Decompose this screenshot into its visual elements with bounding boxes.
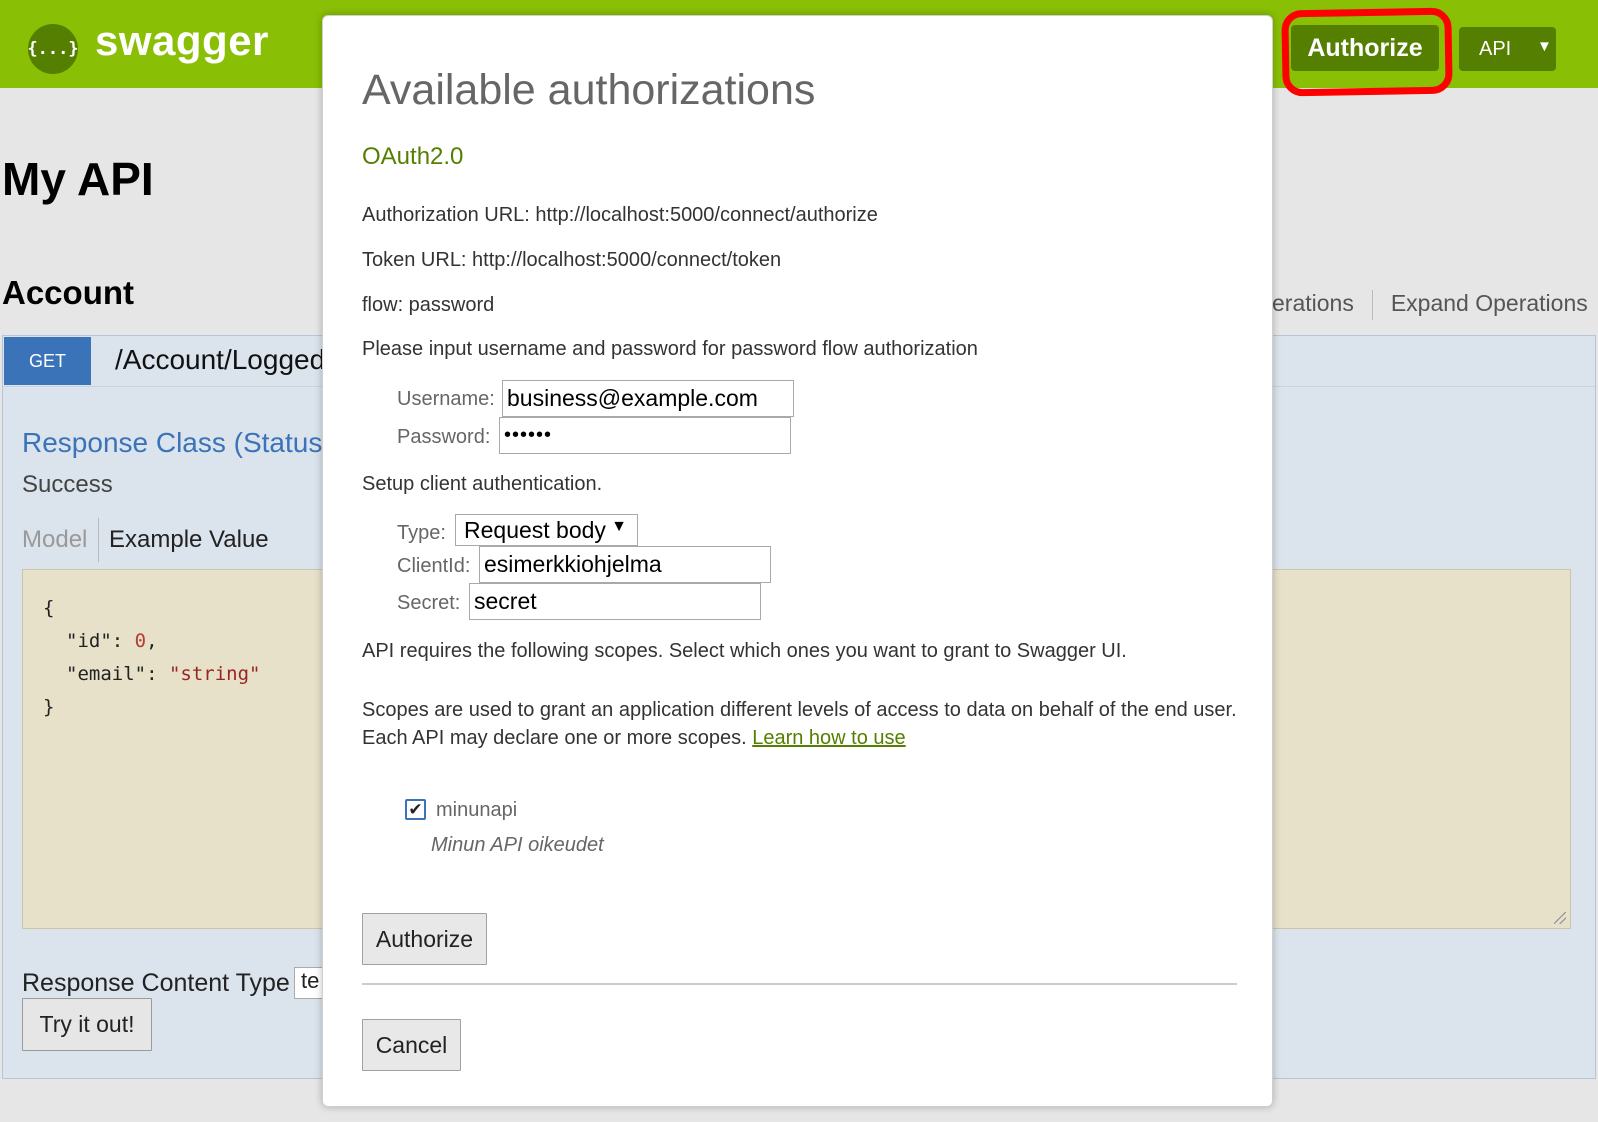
learn-how-to-use-link[interactable]: Learn how to use: [752, 727, 905, 749]
scopes-description: Scopes are used to grant an application …: [362, 696, 1242, 752]
password-input[interactable]: ••••••: [499, 417, 791, 454]
token-url: Token URL: http://localhost:5000/connect…: [362, 249, 782, 271]
flow-type: flow: password: [362, 294, 495, 316]
username-input[interactable]: [502, 380, 794, 417]
modal-title: Available authorizations: [362, 66, 816, 114]
auth-scheme-name: OAuth2.0: [362, 143, 464, 170]
method-badge: GET: [4, 337, 91, 385]
modal-divider: [362, 983, 1237, 985]
cancel-button[interactable]: Cancel: [362, 1019, 461, 1071]
code-line: }: [43, 696, 55, 718]
tab-example-value[interactable]: Example Value: [109, 526, 269, 554]
swagger-logo-text: swagger: [95, 17, 269, 64]
secret-input[interactable]: [469, 583, 761, 620]
code-line: {: [43, 597, 55, 619]
scope-description: Minun API oikeudet: [431, 834, 604, 856]
expand-operations-link[interactable]: Expand Operations: [1391, 290, 1588, 316]
scope-name: minunapi: [436, 799, 518, 821]
password-label: Password:: [397, 426, 491, 448]
type-label: Type:: [397, 522, 446, 544]
code-key: "id":: [66, 630, 135, 652]
highlight-annotation: [1281, 7, 1453, 97]
secret-label: Secret:: [397, 592, 461, 614]
code-key: "email":: [66, 663, 169, 685]
clientid-label: ClientId:: [397, 555, 471, 577]
code-string: "string": [168, 663, 261, 685]
response-content-type-label: Response Content Type: [22, 969, 290, 997]
code-number: 0: [134, 630, 147, 652]
api-definition-select[interactable]: API ▼: [1459, 27, 1556, 71]
username-label: Username:: [397, 388, 495, 410]
authorize-button[interactable]: Authorize: [362, 913, 487, 965]
operations-links: erations Expand Operations: [1272, 290, 1588, 320]
scope-checkbox[interactable]: ✔: [405, 799, 426, 820]
authorizations-modal: Available authorizations OAuth2.0 Author…: [322, 15, 1273, 1107]
type-select-value: Request body: [464, 517, 606, 543]
client-auth-type-select[interactable]: Request body ▼: [455, 514, 638, 546]
chevron-down-icon: ▼: [611, 518, 627, 535]
password-flow-prompt: Please input username and password for p…: [362, 338, 978, 360]
link-separator: [1371, 290, 1373, 320]
list-operations-link[interactable]: erations: [1272, 290, 1354, 316]
response-class-heading: Response Class (Status: [22, 427, 323, 458]
endpoint-path[interactable]: /Account/Logged: [115, 344, 325, 376]
resize-grip-icon[interactable]: [1554, 912, 1566, 924]
swagger-logo-icon: {...}: [27, 24, 79, 74]
response-status-text: Success: [22, 471, 113, 498]
tab-divider: [98, 518, 99, 562]
chevron-down-icon: ▼: [1537, 38, 1552, 55]
try-it-out-button[interactable]: Try it out!: [22, 998, 152, 1051]
scopes-intro: API requires the following scopes. Selec…: [362, 640, 1127, 662]
tab-model[interactable]: Model: [22, 526, 87, 554]
client-auth-heading: Setup client authentication.: [362, 473, 603, 495]
section-title: Account: [2, 274, 134, 311]
authorization-url: Authorization URL: http://localhost:5000…: [362, 204, 878, 226]
code-punct: ,: [146, 630, 158, 652]
clientid-input[interactable]: [479, 546, 771, 583]
page-title: My API: [2, 153, 154, 205]
code-line: "email": "string": [66, 663, 260, 685]
code-line: "id": 0,: [66, 630, 158, 652]
api-select-value: API: [1479, 38, 1512, 60]
